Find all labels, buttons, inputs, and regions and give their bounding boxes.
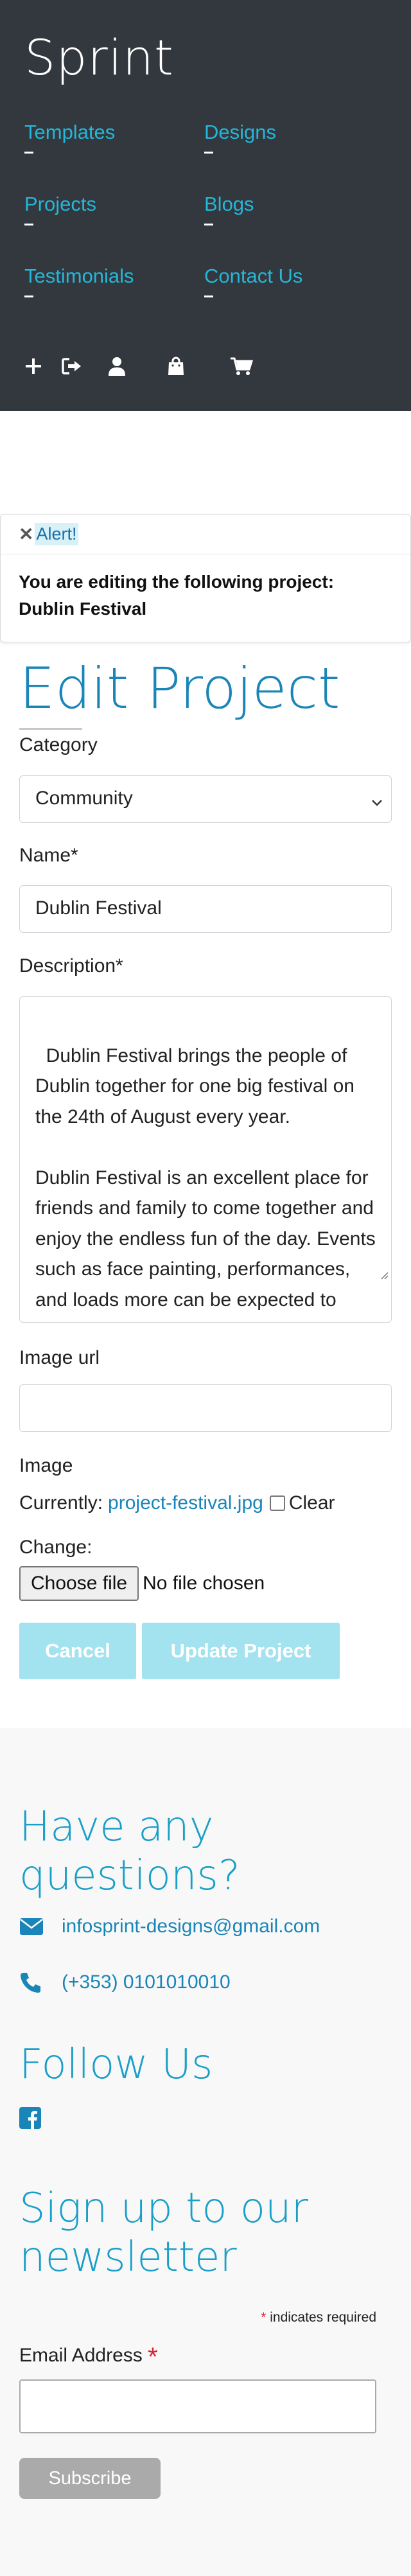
category-label: Category [19,734,98,755]
email-address-label: Email Address * [19,2343,158,2372]
brand-logo[interactable]: Sprint [24,26,387,90]
name-input[interactable]: Dublin Festival [19,885,392,933]
shopping-bag-icon[interactable] [167,357,185,376]
page-title: Edit Project [19,655,340,721]
nav-contact-us[interactable]: Contact Us [204,265,384,304]
nav-testimonials[interactable]: Testimonials [24,265,204,304]
nav-label: Testimonials [24,265,134,287]
change-label: Change: [19,1537,92,1558]
required-star: * [261,2310,267,2325]
category-value: Community [35,788,133,809]
update-project-button[interactable]: Update Project [142,1623,340,1679]
nav-underline [24,224,33,225]
nav-label: Blogs [204,193,254,215]
nav-designs[interactable]: Designs [204,121,384,161]
name-value: Dublin Festival [35,897,162,919]
questions-heading: Have any questions? [19,1803,240,1900]
currently-label: Currently: [19,1492,103,1513]
current-image-row: Currently: project-festival.jpg Clear [19,1492,335,1514]
resize-handle-icon[interactable] [358,1228,389,1320]
nav-label: Projects [24,193,96,215]
choose-file-button[interactable]: Choose file [19,1566,139,1601]
alert-header: ✕ Alert! [1,515,410,554]
nav-underline [24,152,33,154]
nav-underline [24,296,33,297]
nav-underline [204,152,213,154]
main-nav: Templates Designs Projects Blogs Testimo… [24,121,387,304]
image-url-label: Image url [19,1347,100,1368]
shopping-cart-icon[interactable] [230,357,253,376]
image-url-input[interactable] [19,1384,392,1432]
description-label: Description* [19,955,123,976]
required-note-text: indicates required [270,2310,376,2325]
email-contact[interactable]: infosprint-designs@gmail.com [19,1916,320,1937]
clear-checkbox[interactable] [269,1495,285,1511]
alert-toast: ✕ Alert! You are editing the following p… [0,514,411,642]
chevron-down-icon [371,793,383,815]
required-note: * indicates required [261,2310,376,2325]
follow-heading: Follow Us [19,2041,213,2088]
nav-label: Templates [24,121,116,143]
file-input: Choose file No file chosen [19,1566,265,1601]
alert-message: You are editing the following project: D… [19,572,335,619]
phone-icon [21,1973,40,1993]
nav-underline [204,224,213,225]
nav-label: Designs [204,121,276,143]
user-icon[interactable] [108,357,126,376]
header-icons [24,357,253,376]
nav-blogs[interactable]: Blogs [204,193,384,233]
email-link[interactable]: infosprint-designs@gmail.com [62,1916,320,1937]
alert-title: Alert! [35,523,78,545]
nav-templates[interactable]: Templates [24,121,204,161]
description-textarea[interactable]: Dublin Festival brings the people of Dub… [19,996,392,1323]
email-label-text: Email Address [19,2345,143,2366]
required-star: * [148,2343,158,2371]
newsletter-email-input[interactable] [19,2379,376,2433]
nav-label: Contact Us [204,265,303,287]
clear-label: Clear [288,1492,335,1513]
envelope-icon [20,1918,43,1935]
cancel-button[interactable]: Cancel [19,1623,136,1679]
description-value: Dublin Festival brings the people of Dub… [35,1045,376,1323]
nav-projects[interactable]: Projects [24,193,204,233]
nav-underline [204,296,213,297]
plus-icon[interactable] [24,357,42,375]
close-icon[interactable]: ✕ [19,525,33,543]
site-header: Sprint Templates Designs Projects Blogs … [0,0,411,411]
facebook-icon[interactable] [19,2107,41,2132]
phone-link[interactable]: (+353) 0101010010 [62,1972,231,1993]
title-divider [19,728,82,730]
image-label: Image [19,1455,73,1476]
name-label: Name* [19,845,78,866]
category-select[interactable]: Community [19,775,392,823]
phone-contact[interactable]: (+353) 0101010010 [19,1972,231,1993]
subscribe-button[interactable]: Subscribe [19,2458,161,2499]
sign-out-icon[interactable] [62,357,82,375]
newsletter-heading: Sign up to our newsletter [19,2185,308,2281]
current-image-link[interactable]: project-festival.jpg [108,1492,263,1514]
no-file-text: No file chosen [143,1573,265,1594]
